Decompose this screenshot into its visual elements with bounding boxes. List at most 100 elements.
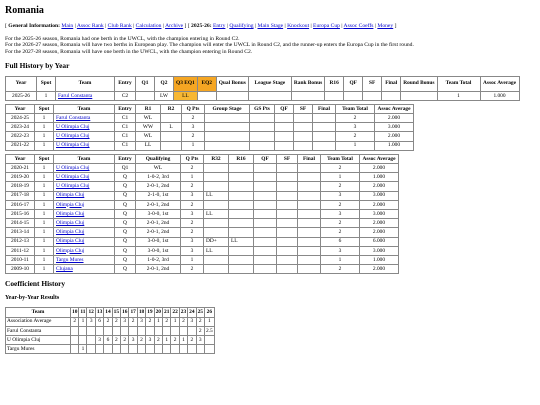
team-link[interactable]: U Olimpia Cluj — [56, 142, 90, 148]
nav-link-europa-cup[interactable]: Europa Cup — [313, 23, 340, 29]
table-cell: Q — [114, 208, 136, 220]
table-cell: 3.000 — [359, 190, 399, 201]
table-cell: 1 — [34, 122, 54, 133]
table-cell: 2011-12 — [5, 245, 35, 256]
column-header: SF — [362, 75, 383, 92]
table-cell: 2 — [178, 316, 189, 327]
table-cell — [187, 325, 197, 336]
column-header: QF — [274, 103, 294, 115]
table-cell — [297, 181, 321, 192]
table-cell — [276, 162, 298, 174]
table-cell — [297, 190, 321, 201]
team-link[interactable]: Olimpia Cluj — [56, 238, 84, 244]
team-link[interactable]: U Olimpia Cluj — [56, 124, 90, 130]
nav-link-club-rank[interactable]: Club Rank — [108, 23, 132, 29]
team-link[interactable]: Olimpia Cluj — [56, 192, 84, 198]
nav-link-calculation[interactable]: Calculation — [136, 23, 162, 29]
table-cell: 3 — [128, 334, 138, 346]
table-cell: 1 — [180, 172, 204, 183]
table-cell: 3 — [145, 334, 155, 346]
table-cell: 2.000 — [359, 181, 399, 192]
nav-link-entry[interactable]: Entry — [213, 23, 225, 29]
table-row: 2018-19 1 U Olimpia Cluj Q 2-0-1, 2nd 2 2 2.000 — [5, 181, 399, 192]
table-row: Targu Mures 1 — [5, 344, 215, 355]
team-link[interactable]: Olimpia Cluj — [56, 229, 84, 235]
table-cell: 2013-14 — [5, 227, 35, 238]
team-link[interactable]: U Olimpia Cluj — [56, 165, 90, 171]
column-header: Spot — [34, 103, 54, 115]
page: Romania [ General Information: Main | As… — [0, 0, 540, 360]
table-cell: 2 — [320, 227, 360, 238]
team-link[interactable]: Olimpia Cluj — [56, 248, 84, 254]
table-cell — [204, 122, 250, 133]
table-cell: 3 — [136, 316, 147, 327]
table-cell: 2012-13 — [5, 236, 35, 247]
team-link[interactable]: U Olimpia Cluj — [56, 183, 90, 189]
column-header: Team — [53, 103, 115, 115]
table-cell — [228, 227, 254, 238]
nav-link-knockout[interactable]: Knockout — [287, 23, 309, 29]
table-cell — [228, 245, 254, 256]
nav-link-main-stage[interactable]: Main Stage — [258, 23, 284, 29]
column-header: Q Pts — [180, 153, 204, 165]
table-cell: 2025-26 — [5, 90, 37, 101]
table-cell: 2.000 — [359, 218, 399, 229]
table-cell: 2 — [180, 162, 204, 174]
table-cell: 2010-11 — [5, 254, 35, 266]
column-header: Team Total — [436, 75, 481, 92]
column-header: 21 — [161, 307, 172, 318]
table-cell: 2 — [187, 334, 197, 346]
table-cell — [86, 325, 96, 336]
column-header: 15 — [111, 307, 122, 318]
nav-link-assoc-rank[interactable]: Assoc Rank — [77, 23, 104, 29]
table-cell — [215, 90, 249, 101]
table-cell: Q — [114, 236, 136, 247]
table-cell: 1 — [34, 181, 54, 192]
table-cell — [136, 344, 147, 355]
table-cell: 2 — [128, 316, 138, 327]
table-cell: 2 — [320, 199, 360, 210]
history-table-2025: Year Spot Team Entry Q1 Q2 Q3 EQ1 EQ2 Qual Bonus… — [5, 75, 520, 101]
team-link[interactable]: Olimpia Cluj — [56, 211, 84, 217]
team-link[interactable]: U Olimpia Cluj — [56, 133, 90, 139]
table-cell — [103, 344, 113, 355]
table-row: U Olimpia Cluj 3 6 2 2 3 2 3 2 1 2 1 2 3 — [5, 334, 215, 346]
table-cell: 2 — [180, 181, 204, 192]
team-link[interactable]: Farul Constanta — [58, 93, 92, 99]
table-cell: 2-0-1, 2nd — [135, 218, 181, 229]
column-header: EQ2 — [196, 75, 217, 92]
team-link[interactable]: Farul Constanta — [56, 115, 90, 121]
table-cell: 2 — [181, 113, 205, 124]
table-cell: 1 — [34, 218, 54, 229]
column-header: R16 — [228, 153, 254, 165]
table-cell: 2.000 — [359, 199, 399, 210]
table-cell: 1 — [320, 172, 360, 183]
table-cell: 1 — [34, 227, 54, 238]
nav-link-main[interactable]: Main — [61, 23, 73, 29]
nav-link-archive[interactable]: Archive — [165, 23, 183, 29]
table-cell: Farul Constanta — [55, 90, 115, 101]
table-cell — [228, 264, 254, 275]
nav-link-assoc-coeffs[interactable]: Assoc Coeffs — [344, 23, 374, 29]
nav-link-money[interactable]: Money — [377, 23, 393, 29]
team-link[interactable]: Clujana — [56, 266, 73, 272]
column-header: 13 — [94, 307, 105, 318]
table-cell — [195, 344, 205, 355]
year-by-year-heading: Year-by-Year Results — [5, 295, 60, 302]
team-link[interactable]: Olimpia Cluj — [56, 220, 84, 226]
column-header: Round Bonus — [400, 75, 438, 92]
team-link[interactable]: Targu Mures — [56, 257, 84, 263]
table-cell: LL — [173, 90, 198, 101]
nav-link-qualifying[interactable]: Qualifying — [229, 23, 253, 29]
column-header: Entry — [114, 75, 136, 92]
table-cell: 1 — [203, 316, 215, 327]
table-cell — [312, 122, 336, 133]
table-cell: 1 — [34, 199, 54, 210]
table-cell — [204, 113, 250, 124]
team-link[interactable]: U Olimpia Cluj — [56, 174, 90, 180]
column-header: Team — [53, 153, 115, 165]
column-header: Entry — [114, 153, 136, 165]
table-cell: 2.000 — [374, 113, 414, 124]
team-link[interactable]: Olimpia Cluj — [56, 202, 84, 208]
column-header: R1 — [135, 103, 161, 115]
